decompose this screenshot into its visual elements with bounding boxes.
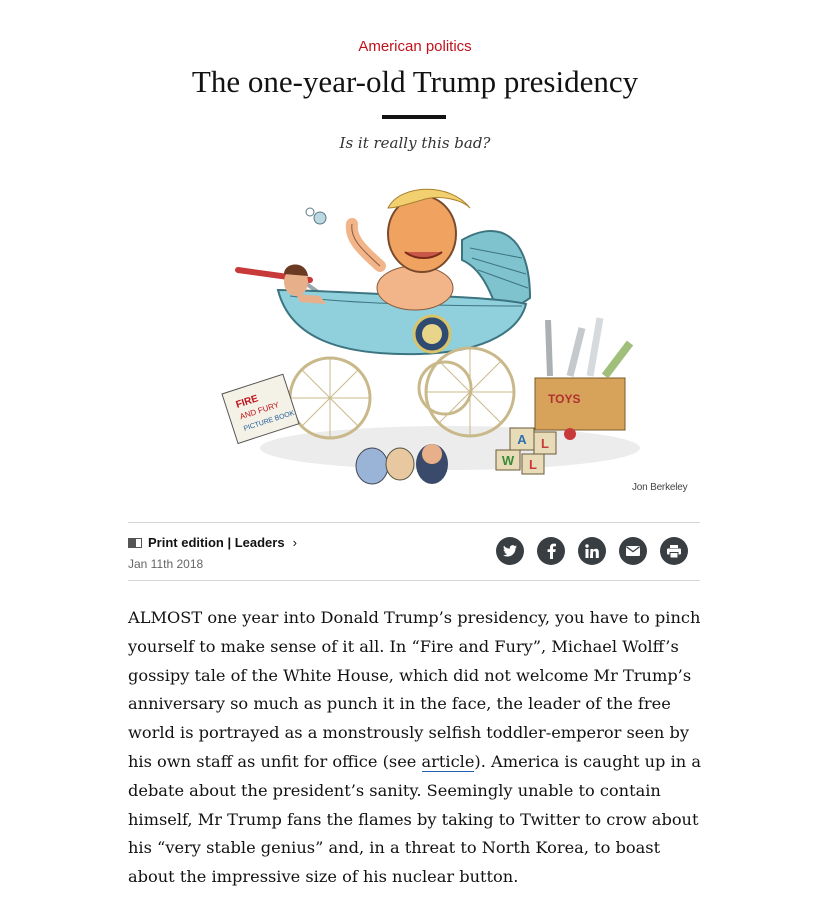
facebook-icon <box>547 543 556 559</box>
email-icon <box>626 546 640 556</box>
paragraph-text-start: ALMOST one year into Donald Trump’s pres… <box>128 608 701 771</box>
share-twitter-button[interactable] <box>496 537 524 565</box>
share-bar <box>496 537 688 565</box>
linkedin-icon <box>585 544 599 558</box>
share-email-button[interactable] <box>619 537 647 565</box>
print-edition-link[interactable]: Print edition | Leaders › <box>128 535 297 550</box>
cartoon-illustration: FIRE AND FURY PICTURE BOOK TOYS A L W L <box>221 188 640 485</box>
chevron-right-icon: › <box>292 535 297 550</box>
title-rule <box>382 115 446 119</box>
print-icon <box>667 544 681 558</box>
toy-box-icon: TOYS <box>534 317 634 440</box>
headline: The one-year-old Trump presidency <box>191 64 639 99</box>
print-edition-label: Print edition | Leaders <box>148 535 285 550</box>
publish-date: Jan 11th 2018 <box>128 557 204 571</box>
share-facebook-button[interactable] <box>537 537 565 565</box>
print-button[interactable] <box>660 537 688 565</box>
twitter-icon <box>503 545 517 557</box>
section-link[interactable]: American politics <box>0 38 830 55</box>
book-icon: FIRE AND FURY PICTURE BOOK <box>221 373 300 445</box>
pacifier-icon <box>305 207 327 225</box>
subheadline: Is it really this bad? <box>339 134 491 152</box>
svg-text:TOYS: TOYS <box>548 392 580 406</box>
article-link[interactable]: article <box>421 751 475 772</box>
svg-text:L: L <box>541 436 549 451</box>
svg-text:A: A <box>517 432 527 447</box>
article-meta: Print edition | Leaders › Jan 11th 2018 <box>128 522 700 581</box>
svg-text:W: W <box>502 453 515 468</box>
illustration-credit: Jon Berkeley <box>632 482 688 493</box>
share-linkedin-button[interactable] <box>578 537 606 565</box>
paragraph-text-end: ). America is caught up in a debate abou… <box>128 751 701 887</box>
book-icon <box>128 537 142 548</box>
svg-text:L: L <box>529 457 537 472</box>
article-paragraph: ALMOST one year into Donald Trump’s pres… <box>128 604 704 892</box>
